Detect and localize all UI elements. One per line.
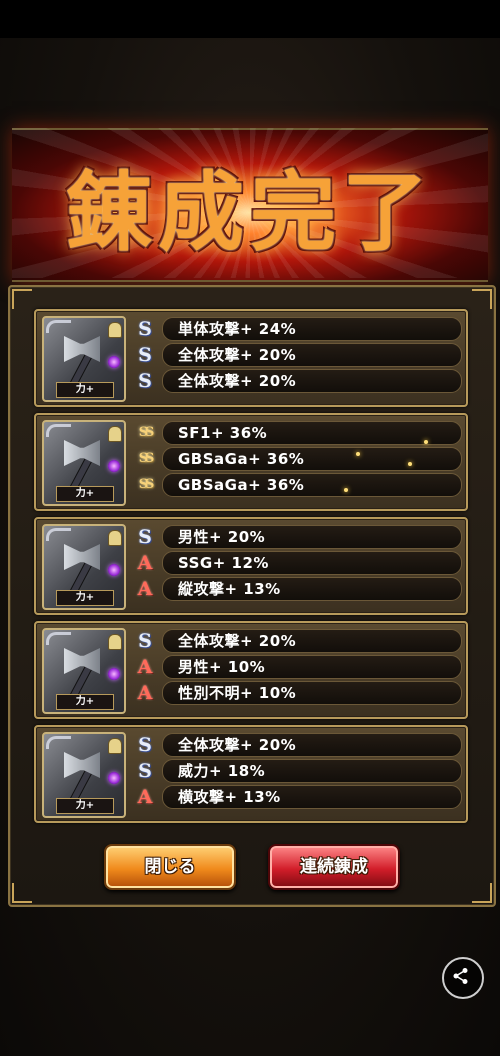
lock-icon xyxy=(108,322,122,338)
lock-icon xyxy=(108,530,122,546)
gem-icon xyxy=(108,772,120,784)
axe-icon: 力+ xyxy=(42,628,126,714)
result-card[interactable]: 力+ S 全体攻撃+ 20% S 威力+ 18% A 横攻撃+ 13% xyxy=(34,725,468,823)
result-card[interactable]: 力+ S 全体攻撃+ 20% A 男性+ 10% A 性別不明+ 10% xyxy=(34,621,468,719)
rank-icon: S xyxy=(138,630,152,652)
ability-text: 性別不明+ 10% xyxy=(178,684,297,702)
ability-row: S 全体攻撃+ 20% xyxy=(134,369,462,393)
ability-text: GBSaGa+ 36% xyxy=(178,476,305,494)
ability-row: S 全体攻撃+ 20% xyxy=(134,733,462,757)
weapon-glint xyxy=(46,528,71,541)
sparkle xyxy=(408,462,412,466)
rank-icon: A xyxy=(137,656,153,678)
gem-icon xyxy=(108,460,120,472)
ability-text: 単体攻撃+ 24% xyxy=(178,320,297,338)
axe-icon: 力+ xyxy=(42,316,126,402)
weapon-glint xyxy=(46,320,71,333)
result-card[interactable]: 力+ SS SF1+ 36% SS GBSaGa+ 36% SS GBSaGa+ 36% xyxy=(34,413,468,511)
ability-text: 男性+ 10% xyxy=(178,658,266,676)
item-tag: 力+ xyxy=(56,382,114,398)
gem-icon xyxy=(108,356,120,368)
rank-icon: A xyxy=(137,552,153,574)
ability-text: 横攻撃+ 13% xyxy=(178,788,281,806)
weapon-glint xyxy=(46,424,71,437)
ability-row: A 性別不明+ 10% xyxy=(134,681,462,705)
ability-text: GBSaGa+ 36% xyxy=(178,450,305,468)
ability-row: S 全体攻撃+ 20% xyxy=(134,629,462,653)
rank-icon: S xyxy=(138,344,152,366)
rank-icon: S xyxy=(138,526,152,548)
ornament-corner xyxy=(472,289,492,309)
share-icon xyxy=(453,968,468,984)
ability-row: A 横攻撃+ 13% xyxy=(134,785,462,809)
sparkle xyxy=(344,488,348,492)
ability-row: S 威力+ 18% xyxy=(134,759,462,783)
ability-text: 縦攻撃+ 13% xyxy=(178,580,281,598)
share-button[interactable] xyxy=(442,957,484,999)
ability-text: 全体攻撃+ 20% xyxy=(178,372,297,390)
ability-row: A 男性+ 10% xyxy=(134,655,462,679)
ability-text: SSG+ 12% xyxy=(178,554,269,572)
ability-row: SS GBSaGa+ 36% xyxy=(134,473,462,497)
gem-icon xyxy=(108,564,120,576)
item-tag: 力+ xyxy=(56,798,114,814)
lock-icon xyxy=(108,426,122,442)
ability-row: A 縦攻撃+ 13% xyxy=(134,577,462,601)
lock-icon xyxy=(108,738,122,754)
ability-text: 全体攻撃+ 20% xyxy=(178,346,297,364)
rank-icon: A xyxy=(137,682,153,704)
ability-row: S 全体攻撃+ 20% xyxy=(134,343,462,367)
banner-title: 錬成完了 xyxy=(66,162,434,263)
rank-icon: S xyxy=(138,370,152,392)
ornament-corner xyxy=(472,883,492,903)
ability-text: 全体攻撃+ 20% xyxy=(178,736,297,754)
lock-icon xyxy=(108,634,122,650)
axe-icon: 力+ xyxy=(42,732,126,818)
rank-icon: A xyxy=(137,786,153,808)
ability-text: SF1+ 36% xyxy=(178,424,268,442)
ability-text: 威力+ 18% xyxy=(178,762,266,780)
item-tag: 力+ xyxy=(56,694,114,710)
ornament-corner xyxy=(12,289,32,309)
rank-icon: S xyxy=(138,318,152,340)
sparkle xyxy=(424,440,428,444)
repeat-refine-button[interactable]: 連続錬成 xyxy=(268,844,400,890)
weapon-glint xyxy=(46,632,71,645)
gem-icon xyxy=(108,668,120,680)
close-button[interactable]: 閉じる xyxy=(104,844,236,890)
result-card[interactable]: 力+ S 男性+ 20% A SSG+ 12% A 縦攻撃+ 13% xyxy=(34,517,468,615)
rank-icon: S xyxy=(138,760,152,782)
ability-text: 全体攻撃+ 20% xyxy=(178,632,297,650)
rank-icon: SS xyxy=(138,451,155,466)
rank-icon: SS xyxy=(138,477,155,492)
ability-row: SS GBSaGa+ 36% xyxy=(134,447,462,471)
ability-row: A SSG+ 12% xyxy=(134,551,462,575)
result-card[interactable]: 力+ S 単体攻撃+ 24% S 全体攻撃+ 20% S 全体攻撃+ 20% xyxy=(34,309,468,407)
rank-icon: SS xyxy=(138,425,155,440)
rank-icon: S xyxy=(138,734,152,756)
rank-icon: A xyxy=(137,578,153,600)
ability-row: S 単体攻撃+ 24% xyxy=(134,317,462,341)
ability-row: S 男性+ 20% xyxy=(134,525,462,549)
sparkle xyxy=(356,452,360,456)
ornament-corner xyxy=(12,883,32,903)
axe-icon: 力+ xyxy=(42,524,126,610)
axe-icon: 力+ xyxy=(42,420,126,506)
status-bar-area xyxy=(0,0,500,38)
weapon-glint xyxy=(46,736,71,749)
item-tag: 力+ xyxy=(56,590,114,606)
item-tag: 力+ xyxy=(56,486,114,502)
ability-row: SS SF1+ 36% xyxy=(134,421,462,445)
ability-text: 男性+ 20% xyxy=(178,528,266,546)
